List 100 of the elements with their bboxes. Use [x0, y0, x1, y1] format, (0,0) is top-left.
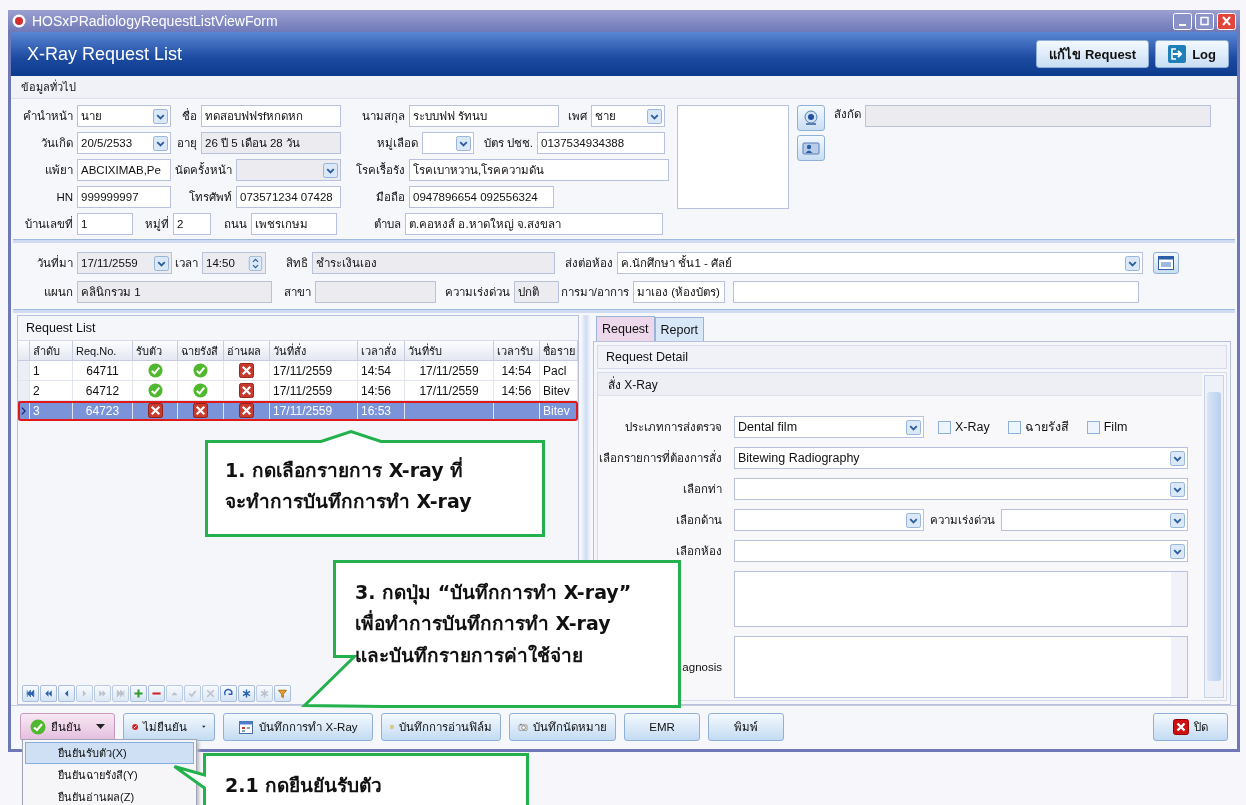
navigator-button[interactable] — [130, 684, 147, 702]
column-header[interactable]: เวลารับ — [494, 341, 540, 361]
person-card-icon — [802, 140, 820, 156]
checkbox[interactable]: X-Ray — [934, 420, 994, 434]
column-header[interactable]: เวลาสั่ง — [358, 341, 405, 361]
caret-icon — [906, 512, 921, 528]
column-header[interactable]: วันที่รับ — [405, 341, 494, 361]
text-field[interactable]: ABCIXIMAB,Pe — [77, 159, 171, 181]
header-corner — [18, 341, 30, 361]
dropdown-field[interactable] — [734, 540, 1188, 562]
navigator-button[interactable] — [40, 684, 57, 702]
menu-item[interactable]: ยืนยันรับตัว(X) — [25, 742, 194, 764]
text-field[interactable]: 26 ปี 5 เดือน 28 วัน — [201, 132, 341, 154]
field-label: เพศ — [567, 109, 588, 124]
table-cell: 3 — [30, 401, 73, 421]
field-label: วันที่มา — [36, 254, 74, 271]
column-header[interactable]: อ่านผล — [224, 341, 270, 361]
close-icon[interactable] — [1217, 12, 1236, 30]
action-button[interactable]: บันทึกการอ่านฟิล์ม — [381, 713, 501, 741]
split-button[interactable]: ยืนยัน — [20, 713, 115, 741]
scrollbar[interactable] — [1171, 637, 1187, 697]
text-field[interactable]: คลินิกรวม 1 — [77, 281, 272, 303]
action-button[interactable]: พิมพ์ — [708, 713, 784, 741]
column-header[interactable]: ชื่อราย — [540, 341, 578, 361]
navigator-button[interactable] — [274, 684, 291, 702]
navigator-button[interactable] — [58, 684, 75, 702]
text-field[interactable]: ทดสอบฟฟรfหกดหก — [201, 105, 341, 127]
minimize-icon[interactable] — [1173, 12, 1192, 30]
callout-text: 3. กดปุ่ม “บันทึกการทำ X-ray” เพื่อทำการบันทึกการทำ X-ray และบันทึกรายการค่าใช้จ่าย — [355, 580, 632, 668]
browse-button[interactable] — [1153, 252, 1179, 274]
text-field[interactable]: 2 — [173, 213, 211, 235]
action-button[interactable]: บันทึกนัดหมาย — [509, 713, 616, 741]
dropdown-field[interactable]: Bitewing Radiography — [734, 447, 1188, 469]
spin-icon — [248, 255, 263, 271]
scrollbar[interactable] — [1171, 572, 1187, 626]
text-field[interactable]: โรคเบาหวาน,โรคความดัน — [409, 159, 669, 181]
text-area[interactable] — [734, 636, 1188, 698]
column-header[interactable]: ฉายรังสี — [178, 341, 224, 361]
column-header[interactable]: รับตัว — [133, 341, 178, 361]
checkbox[interactable]: Film — [1082, 420, 1132, 434]
maximize-icon[interactable] — [1195, 12, 1214, 30]
dropdown-field[interactable]: 20/5/2533 — [77, 132, 171, 154]
field-label: เลือกท่า — [682, 482, 723, 497]
checkbox[interactable]: ฉายรังสี — [1003, 417, 1073, 437]
table-row[interactable]: 1 64711 17/11/2559 14:54 17/11/2559 14:54 Pacl — [18, 361, 578, 381]
caret-icon — [153, 108, 168, 124]
photo-button[interactable] — [797, 135, 825, 161]
dropdown-field[interactable]: นาย — [77, 105, 171, 127]
dropdown-field[interactable]: ค.นักศึกษา ชั้น1 - ศัลย์ — [617, 252, 1143, 274]
dropdown-field[interactable] — [734, 478, 1188, 500]
dropdown-field[interactable] — [734, 509, 924, 531]
navigator-button[interactable] — [220, 684, 237, 702]
split-button[interactable]: ไม่ยืนยัน — [123, 713, 215, 741]
table-row[interactable]: 2 64712 17/11/2559 14:56 17/11/2559 14:56 Bitev — [18, 381, 578, 401]
tab[interactable]: Request — [596, 316, 655, 341]
text-field[interactable]: ชำระเงินเอง — [312, 252, 555, 274]
log-button[interactable]: Log — [1155, 40, 1229, 68]
menu-item[interactable]: ยืนยันฉายรังสี(Y) — [25, 764, 194, 786]
column-header[interactable]: ลำดับ — [30, 341, 73, 361]
text-field[interactable]: 1 — [77, 213, 133, 235]
menu-item[interactable]: ยืนยันอ่านผล(Z) — [25, 786, 194, 805]
panel-title: Request List — [26, 321, 96, 335]
dropdown-field[interactable]: 17/11/2559 — [77, 252, 172, 274]
navigator-button[interactable] — [148, 684, 165, 702]
text-field[interactable]: 0137534934388 — [537, 132, 665, 154]
action-button[interactable]: EMR — [624, 713, 700, 741]
field-label: สาขา — [283, 285, 312, 300]
dropdown-field[interactable] — [422, 132, 474, 154]
navigator-button[interactable] — [22, 684, 39, 702]
dropdown-field[interactable] — [236, 159, 341, 181]
dropdown-field[interactable]: Dental film — [734, 416, 924, 438]
text-field[interactable] — [865, 105, 1211, 127]
tab[interactable]: Report — [654, 317, 705, 341]
time-field[interactable]: 14:50 — [202, 252, 266, 274]
scrollbar[interactable] — [1204, 375, 1224, 698]
text-field[interactable]: 073571234 07428 — [236, 186, 341, 208]
row-indicator[interactable] — [18, 401, 30, 421]
text-field[interactable]: 999999997 — [77, 186, 171, 208]
text-field[interactable]: 0947896654 092556324 — [409, 186, 554, 208]
text-field[interactable]: เพชรเกษม — [251, 213, 337, 235]
action-button[interactable]: บันทึกการทำ X-Ray — [223, 713, 373, 741]
caret-icon — [96, 724, 105, 730]
close-button[interactable]: ปิด — [1153, 713, 1228, 741]
webcam-button[interactable] — [797, 105, 825, 131]
dropdown-field[interactable]: ชาย — [591, 105, 665, 127]
text-field[interactable]: มาเอง (ห้องบัตร) — [633, 281, 725, 303]
field-label: นามสกุล — [361, 109, 406, 125]
field-label: agnosis — [682, 661, 722, 673]
text-field[interactable] — [733, 281, 1139, 303]
column-header[interactable]: Req.No. — [73, 341, 133, 361]
text-field[interactable] — [315, 281, 436, 303]
text-area[interactable] — [734, 571, 1188, 627]
text-field[interactable]: ระบบฟฟ รัทนบ — [409, 105, 559, 127]
text-field[interactable]: ต.คอหงส์ อ.หาดใหญ่ จ.สงขลา — [405, 213, 663, 235]
check-icon — [30, 719, 46, 735]
navigator-button[interactable] — [238, 684, 255, 702]
column-header[interactable]: วันที่สั่ง — [270, 341, 358, 361]
edit-button[interactable]: แก้ไข Request — [1036, 40, 1150, 68]
text-field[interactable]: ปกติ — [514, 281, 559, 303]
dropdown-field[interactable] — [1001, 509, 1188, 531]
